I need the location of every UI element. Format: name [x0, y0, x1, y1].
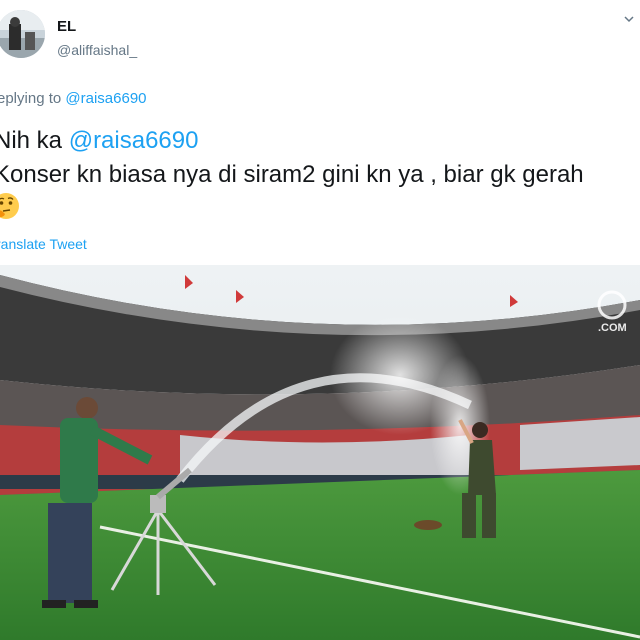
translate-tweet-link[interactable]: ranslate Tweet [0, 236, 87, 252]
tweet-line-1: Nih ka @raisa6690 [0, 124, 584, 158]
replying-to: eplying to @raisa6690 [0, 90, 147, 107]
tweet-line-1-text: Nih ka [0, 127, 63, 154]
tweet-line-2: Konser kn biasa nya di siram2 gini kn ya… [0, 161, 584, 188]
replying-to-mention[interactable]: @raisa6690 [65, 90, 146, 107]
watermark-text: .COM [598, 322, 627, 334]
dog-figure [414, 520, 442, 530]
tweet-text: Nih ka @raisa6690 Konser kn biasa nya di… [0, 124, 584, 192]
replying-to-label: eplying to [0, 90, 62, 107]
tweet-mention[interactable]: @raisa6690 [69, 127, 199, 154]
avatar[interactable] [0, 10, 45, 58]
avatar-image [0, 10, 45, 58]
display-name[interactable]: EL [57, 18, 76, 35]
stadium-photo: .COM [0, 265, 640, 640]
thinking-face-icon [0, 193, 19, 219]
user-handle[interactable]: @aliffaishal_ [57, 42, 137, 58]
tweet-photo[interactable]: .COM [0, 265, 640, 640]
chevron-down-icon[interactable] [624, 14, 634, 24]
